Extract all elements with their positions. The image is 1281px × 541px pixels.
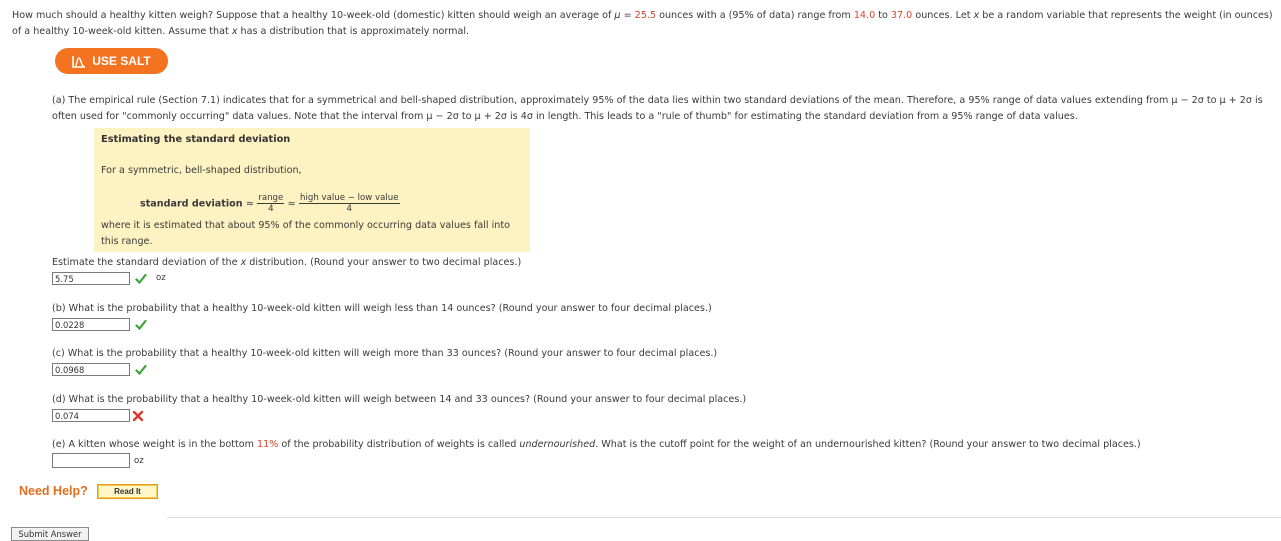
intro-text: to — [875, 10, 891, 21]
problem-intro: How much should a healthy kitten weigh? … — [12, 8, 1274, 39]
fraction-numerator: high value − low value — [299, 193, 400, 204]
read-it-button[interactable]: Read It — [97, 484, 158, 499]
part-d-question: (d) What is the probability that a healt… — [52, 394, 747, 405]
range-low-value: 14.0 — [853, 10, 876, 21]
need-help-label: Need Help? — [19, 484, 88, 498]
intro-text: has a distribution that is approximately… — [237, 25, 470, 37]
correct-check-icon — [135, 273, 147, 285]
part-c-question: (c) What is the probability that a healt… — [52, 348, 718, 359]
correct-check-icon — [135, 319, 147, 331]
incorrect-x-icon — [132, 410, 144, 422]
part-e-answer-input[interactable] — [52, 453, 130, 468]
part-a-answer-input[interactable]: 5.75 — [52, 272, 130, 285]
sd-formula: standard deviation ≈ range 4 ≈ high valu… — [140, 193, 400, 214]
mean-value: 25.5 — [634, 10, 657, 21]
approx-symbol: ≈ — [245, 198, 254, 210]
intro-text: ounces with a (95% of data) range from — [656, 10, 854, 21]
box-note: where it is estimated that about 95% of … — [101, 220, 510, 247]
part-b-answer-input[interactable]: 0.0228 — [52, 318, 130, 331]
term-undernourished: undernourished — [519, 439, 596, 450]
use-salt-label: USE SALT — [92, 54, 151, 68]
question-text: distribution. (Round your answer to two … — [246, 257, 522, 268]
salt-chart-icon — [72, 55, 86, 68]
box-intro-line: For a symmetric, bell-shaped distributio… — [101, 165, 302, 176]
intro-text: ounces. Let — [912, 10, 974, 21]
percent-value: 11% — [257, 439, 279, 450]
part-c-answer-input[interactable]: 0.0968 — [52, 363, 130, 376]
submit-answer-button[interactable]: Submit Answer — [11, 527, 89, 541]
question-text: of the probability distribution of weigh… — [278, 439, 520, 450]
fraction-numerator: range — [257, 193, 285, 204]
correct-check-icon — [135, 364, 147, 376]
question-text: . What is the cutoff point for the weigh… — [595, 439, 1141, 450]
fraction-high-low: high value − low value 4 — [299, 193, 400, 214]
question-text: (e) A kitten whose weight is in the bott… — [52, 439, 258, 450]
formula-label: standard deviation — [140, 198, 243, 210]
rule-of-thumb-box: Estimating the standard deviation For a … — [94, 128, 530, 252]
part-a-question: Estimate the standard deviation of the x… — [52, 257, 521, 268]
fraction-denominator: 4 — [346, 204, 353, 214]
part-b-question: (b) What is the probability that a healt… — [52, 303, 712, 314]
divider — [167, 517, 1281, 518]
part-d-answer-input[interactable]: 0.074 — [52, 409, 130, 422]
part-a-unit: oz — [156, 273, 166, 283]
use-salt-button[interactable]: USE SALT — [55, 48, 168, 74]
approx-symbol: ≈ — [287, 198, 296, 210]
intro-text: How much should a healthy kitten weigh? … — [12, 10, 615, 21]
part-e-unit: oz — [134, 456, 144, 466]
range-high-value: 37.0 — [890, 10, 913, 21]
fraction-range: range 4 — [257, 193, 285, 214]
part-e-question: (e) A kitten whose weight is in the bott… — [52, 439, 1141, 450]
box-title: Estimating the standard deviation — [101, 134, 291, 145]
question-text: Estimate the standard deviation of the — [52, 257, 241, 268]
fraction-denominator: 4 — [268, 204, 274, 214]
intro-text: = — [620, 10, 635, 21]
part-a-description: (a) The empirical rule (Section 7.1) ind… — [52, 95, 1263, 122]
